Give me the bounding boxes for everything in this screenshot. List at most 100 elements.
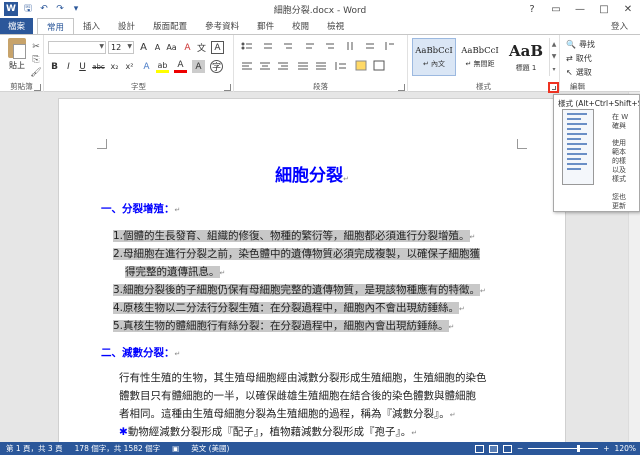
paragraph-mark: ↵ bbox=[174, 350, 181, 358]
font-size-combo[interactable]: 12 ▼ bbox=[108, 41, 134, 54]
word-app-icon[interactable]: W bbox=[4, 2, 18, 16]
zoom-out-button[interactable]: − bbox=[517, 444, 523, 453]
sign-in-link[interactable]: 登入 bbox=[611, 20, 628, 32]
text-effects-button[interactable]: A bbox=[140, 60, 153, 73]
style-sample: AaBbCcI bbox=[415, 45, 453, 56]
undo-icon[interactable]: ↶ bbox=[38, 3, 50, 15]
page-count[interactable]: 第 1 頁，共 3 頁 bbox=[6, 443, 63, 454]
document-page[interactable]: 細胞分裂↵ 一、分裂增殖：↵ 1.個體的生長發育、組織的修復、物種的繁衍等，細胞… bbox=[58, 98, 566, 442]
style-no-spacing[interactable]: AaBbCcI ↵ 無間距 bbox=[458, 38, 502, 76]
heading-division: 一、分裂增殖：↵ bbox=[101, 201, 180, 216]
font-name-combo[interactable]: ▼ bbox=[48, 41, 106, 54]
editing-group: 🔍 尋找 ⇄ 取代 ↖ 選取 編輯 bbox=[560, 35, 640, 93]
list-item-text: 4.原核生物以二分法行分裂生殖：在分裂過程中，細胞內不會出現紡錘絲。 bbox=[113, 302, 460, 314]
tab-review[interactable]: 校閱 bbox=[283, 18, 318, 34]
find-label: 尋找 bbox=[578, 40, 595, 49]
list-item-text: 得完整的遺傳訊息。 bbox=[125, 266, 220, 278]
tab-home[interactable]: 常用 bbox=[37, 18, 75, 34]
tooltip-text: 範本 bbox=[612, 148, 626, 156]
body-text: 動物經減數分裂形成『配子』，植物藉減數分裂形成『孢子』。 bbox=[127, 426, 412, 438]
replace-button[interactable]: ⇄ 取代 bbox=[566, 53, 592, 64]
shrink-font-button[interactable]: A bbox=[151, 41, 164, 54]
scroll-up-icon[interactable]: ▲ bbox=[552, 41, 557, 48]
styles-tooltip: 樣式 (Alt+Ctrl+Shift+S) 在 W 確與 使用 範本 的樣 以及… bbox=[553, 94, 640, 212]
redo-icon[interactable]: ↷ bbox=[54, 3, 66, 15]
bold-button[interactable]: B bbox=[48, 60, 61, 73]
clipboard-launcher-icon[interactable] bbox=[34, 84, 41, 91]
copy-icon[interactable]: ⎘ bbox=[30, 54, 42, 65]
select-arrow-icon: ↖ bbox=[566, 68, 573, 77]
more-styles-icon[interactable]: ▾ bbox=[552, 66, 555, 73]
enclose-characters-button[interactable]: 字 bbox=[210, 60, 223, 73]
list-item: 1.個體的生長發育、組織的修復、物種的繁衍等，細胞都必須進行分裂增殖。↵ bbox=[113, 228, 475, 243]
change-case-button[interactable]: Aa bbox=[165, 41, 178, 54]
proofing-icon[interactable]: ▣ bbox=[172, 444, 179, 453]
tab-layout[interactable]: 版面配置 bbox=[144, 18, 196, 34]
scroll-down-icon[interactable]: ▼ bbox=[552, 53, 557, 60]
paragraph-mark: ↵ bbox=[448, 323, 455, 331]
list-item: 4.原核生物以二分法行分裂生殖：在分裂過程中，細胞內不會出現紡錘絲。↵ bbox=[113, 300, 465, 315]
superscript-button[interactable]: x² bbox=[123, 60, 136, 73]
font-group: ▼ 12 ▼ A A Aa A 文 A B I U abc x₂ x² A ab … bbox=[44, 35, 234, 93]
minimize-button[interactable]: — bbox=[568, 0, 592, 18]
ribbon-display-options-button[interactable]: ▭ bbox=[544, 0, 568, 18]
paragraph-launcher-icon[interactable] bbox=[398, 84, 405, 91]
replace-label: 取代 bbox=[575, 54, 592, 63]
paragraph-tools-icons[interactable] bbox=[234, 37, 408, 81]
style-name: ↵ 無間距 bbox=[465, 59, 495, 68]
customize-qat-icon[interactable]: ▾ bbox=[70, 3, 82, 15]
styles-gallery-scroll[interactable]: ▲ ▼ ▾ bbox=[549, 38, 558, 76]
list-item-text: 1.個體的生長發育、組織的修復、物種的繁衍等，細胞都必須進行分裂增殖。 bbox=[113, 230, 470, 242]
style-sample: AaBbCcI bbox=[461, 45, 499, 56]
font-color-button[interactable]: A bbox=[174, 60, 187, 73]
italic-button[interactable]: I bbox=[62, 60, 75, 73]
help-button[interactable]: ? bbox=[520, 0, 544, 18]
paragraph-mark: ↵ bbox=[411, 429, 418, 437]
character-shading-button[interactable]: A bbox=[192, 60, 205, 73]
tab-mailings[interactable]: 郵件 bbox=[248, 18, 283, 34]
paste-button[interactable]: 貼上 bbox=[6, 38, 28, 74]
tab-file[interactable]: 檔案 bbox=[0, 18, 34, 34]
zoom-slider-thumb[interactable] bbox=[577, 445, 581, 452]
close-button[interactable]: ✕ bbox=[616, 0, 640, 18]
highlight-button[interactable]: ab bbox=[156, 60, 169, 73]
tab-references[interactable]: 參考資料 bbox=[196, 18, 248, 34]
character-border-button[interactable]: A bbox=[211, 41, 224, 54]
web-layout-icon[interactable] bbox=[502, 444, 512, 453]
tooltip-text: 更新 bbox=[612, 202, 626, 210]
find-button[interactable]: 🔍 尋找 bbox=[566, 39, 595, 50]
underline-button[interactable]: U bbox=[76, 60, 89, 73]
grow-font-button[interactable]: A bbox=[137, 41, 150, 54]
search-icon: 🔍 bbox=[566, 40, 576, 49]
select-button[interactable]: ↖ 選取 bbox=[566, 67, 592, 78]
style-sample: AaB bbox=[508, 41, 544, 60]
styles-launcher-icon[interactable] bbox=[548, 82, 559, 93]
save-icon[interactable]: 🖫 bbox=[22, 3, 34, 15]
cut-icon[interactable]: ✂ bbox=[30, 41, 42, 52]
zoom-slider[interactable] bbox=[528, 445, 599, 452]
word-count[interactable]: 178 個字，共 1582 個字 bbox=[75, 443, 161, 454]
zoom-level[interactable]: 120% bbox=[615, 444, 636, 453]
tab-view[interactable]: 檢視 bbox=[318, 18, 353, 34]
ribbon: 貼上 ✂ ⎘ 🖌 剪貼簿 ▼ 12 ▼ A A Aa A 文 A B I U ab… bbox=[0, 34, 640, 93]
read-mode-icon[interactable] bbox=[474, 444, 484, 453]
style-normal[interactable]: AaBbCcI ↵ 內文 bbox=[412, 38, 456, 76]
zoom-in-button[interactable]: + bbox=[603, 444, 609, 453]
print-layout-icon[interactable] bbox=[488, 444, 498, 453]
format-painter-icon[interactable]: 🖌 bbox=[30, 67, 42, 78]
heading-text: 二、減數分裂： bbox=[101, 347, 175, 359]
strikethrough-button[interactable]: abc bbox=[92, 60, 105, 73]
tab-design[interactable]: 設計 bbox=[109, 18, 144, 34]
chevron-down-icon: ▼ bbox=[99, 43, 104, 50]
language-indicator[interactable]: 英文 (美國) bbox=[191, 443, 229, 454]
font-launcher-icon[interactable] bbox=[224, 84, 231, 91]
styles-pane-preview bbox=[562, 109, 594, 185]
subscript-button[interactable]: x₂ bbox=[108, 60, 121, 73]
tab-insert[interactable]: 插入 bbox=[74, 18, 109, 34]
phonetic-guide-button[interactable]: 文 bbox=[195, 41, 208, 54]
clear-formatting-button[interactable]: A bbox=[181, 41, 194, 54]
heading-meiosis: 二、減數分裂：↵ bbox=[101, 345, 180, 360]
style-heading-1[interactable]: AaB 標題 1 bbox=[504, 38, 548, 76]
maximize-button[interactable]: □ bbox=[592, 0, 616, 18]
font-size-value: 12 bbox=[111, 43, 122, 52]
